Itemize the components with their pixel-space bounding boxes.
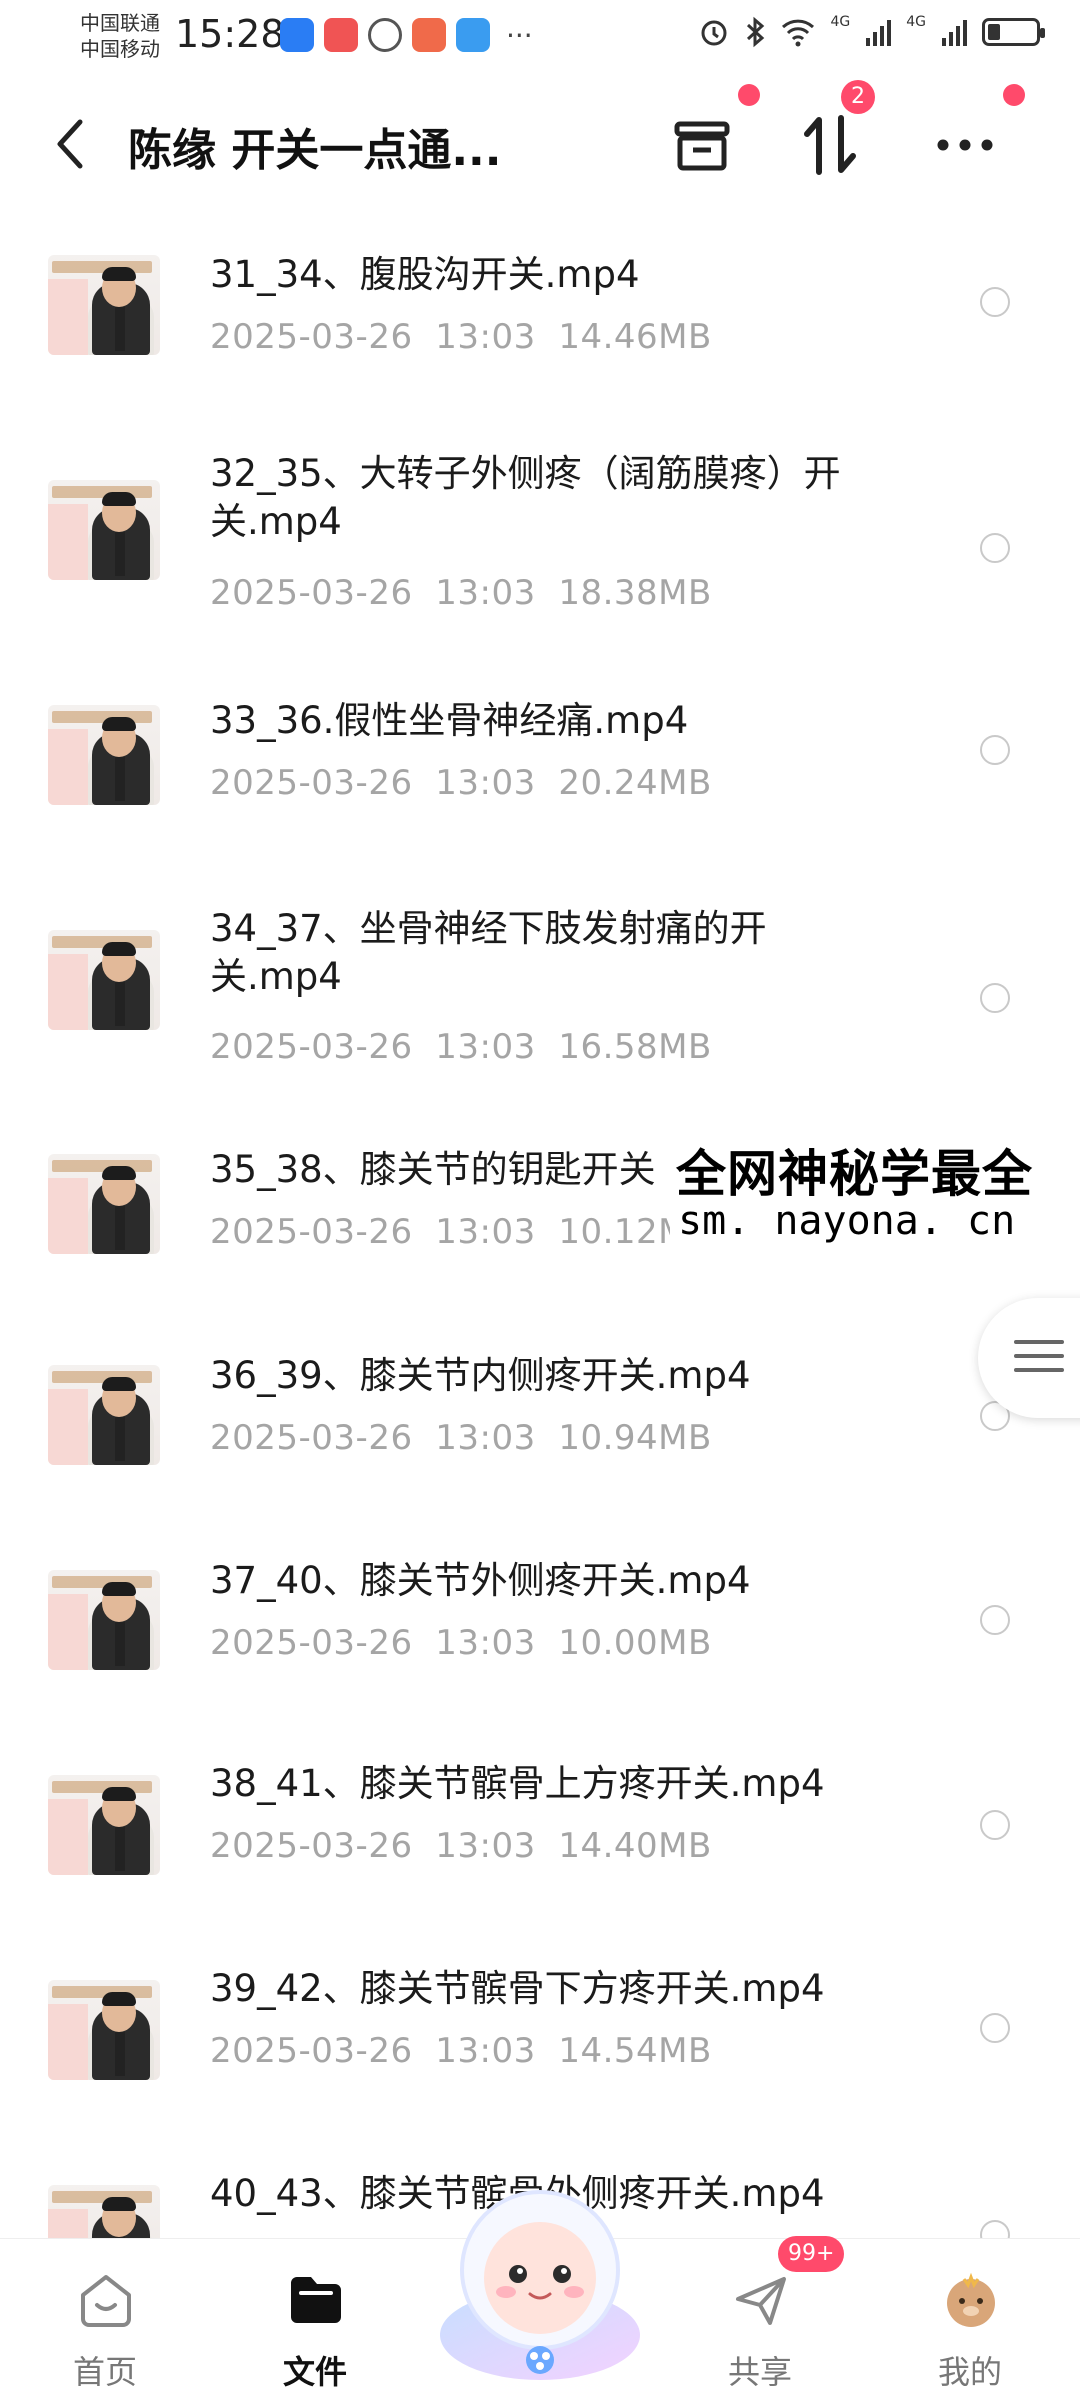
system-icons: 4G 4G	[698, 14, 1045, 48]
watermark-overlay: 全网神秘学最全 sm. nayona. cn	[670, 1130, 1080, 1250]
video-thumbnail	[48, 480, 160, 580]
file-name: 37_40、膝关节外侧疼开关.mp4	[210, 1559, 751, 1602]
file-name: 38_41、膝关节髌骨上方疼开关.mp4	[210, 1762, 825, 1805]
network-label-2: 4G	[906, 14, 926, 30]
select-radio[interactable]	[980, 533, 1010, 563]
watermark-text: 全网神秘学最全	[676, 1145, 1033, 1203]
file-name: 32_35、大转子外侧疼（阔筋膜疼）开关.mp4	[210, 452, 841, 543]
video-thumbnail	[48, 255, 160, 355]
video-thumbnail	[48, 930, 160, 1030]
share-badge: 99+	[778, 2236, 845, 2272]
tab-mine[interactable]: 我的	[890, 2259, 1050, 2391]
select-radio[interactable]	[980, 1605, 1010, 1635]
select-radio[interactable]	[980, 1810, 1010, 1840]
app-notification-icon	[324, 18, 358, 52]
file-name: 39_42、膝关节髌骨下方疼开关.mp4	[210, 1967, 825, 2010]
more-notifications-icon: ···	[506, 18, 533, 52]
page-title: 陈缘 开关一点通...	[128, 125, 502, 176]
app-notification-icon	[280, 18, 314, 52]
tab-share[interactable]: 共享	[680, 2259, 840, 2391]
app-notification-icon	[456, 18, 490, 52]
battery-icon	[982, 18, 1045, 46]
header: 陈缘 开关一点通... 2	[0, 80, 1080, 200]
app-notification-icon	[412, 18, 446, 52]
file-name: 33_36.假性坐骨神经痛.mp4	[210, 699, 689, 742]
home-icon	[81, 2275, 131, 2327]
bluetooth-icon	[747, 16, 765, 48]
video-thumbnail	[48, 1365, 160, 1465]
video-thumbnail	[48, 1154, 160, 1254]
file-meta: 2025-03-26 13:03 18.38MB	[210, 573, 712, 613]
file-meta: 2025-03-26 13:03 14.40MB	[210, 1826, 712, 1866]
video-thumbnail	[48, 1570, 160, 1670]
tab-share-label: 共享	[727, 2353, 792, 2391]
file-meta: 2025-03-26 13:03 10.94MB	[210, 1418, 712, 1458]
file-name: 31_34、腹股沟开关.mp4	[210, 253, 640, 296]
file-meta: 2025-03-26 13:03 16.58MB	[210, 1027, 712, 1067]
select-radio[interactable]	[980, 983, 1010, 1013]
carrier-1: 中国联通	[80, 11, 160, 35]
video-thumbnail	[48, 1980, 160, 2080]
tab-files[interactable]: 文件	[235, 2259, 395, 2391]
video-thumbnail	[48, 705, 160, 805]
signal-icon	[942, 20, 967, 46]
watermark-url: sm. nayona. cn	[678, 1198, 1016, 1244]
notification-icons: ···	[280, 18, 533, 52]
notification-dot	[1003, 84, 1025, 106]
wifi-icon	[782, 19, 815, 47]
transfer-badge: 2	[841, 80, 875, 114]
network-label-1: 4G	[830, 14, 851, 30]
menu-icon	[1014, 1340, 1064, 1382]
select-radio[interactable]	[980, 2013, 1010, 2043]
floating-menu-button[interactable]	[978, 1298, 1080, 1418]
more-options-icon[interactable]	[930, 110, 1000, 180]
file-meta: 2025-03-26 13:03 20.24MB	[210, 763, 712, 803]
alarm-icon	[701, 20, 727, 46]
app-notification-icon	[368, 18, 402, 52]
notification-dot	[738, 84, 760, 106]
file-name: 34_37、坐骨神经下肢发射痛的开关.mp4	[210, 907, 767, 998]
back-icon[interactable]	[50, 114, 90, 174]
file-meta: 2025-03-26 13:03 14.54MB	[210, 2031, 712, 2071]
avatar-icon	[947, 2272, 995, 2327]
folder-icon	[291, 2277, 341, 2323]
file-name: 36_39、膝关节内侧疼开关.mp4	[210, 1354, 751, 1397]
archive-icon[interactable]	[667, 110, 737, 180]
sort-transfer-icon[interactable]	[795, 110, 865, 180]
tab-files-label: 文件	[282, 2353, 347, 2391]
tab-home-label: 首页	[72, 2353, 137, 2391]
carrier-info: 中国联通 中国移动	[80, 10, 160, 62]
status-bar: 中国联通 中国移动 15:28 ··· 4G 4G	[0, 0, 1080, 90]
video-thumbnail	[48, 1775, 160, 1875]
file-meta: 2025-03-26 13:03 10.00MB	[210, 1623, 712, 1663]
assistant-mascot-button[interactable]	[430, 2170, 650, 2385]
file-meta: 2025-03-26 13:03 10.12M	[210, 1212, 688, 1252]
status-time: 15:28	[175, 12, 285, 56]
tab-mine-label: 我的	[937, 2353, 1002, 2391]
select-radio[interactable]	[980, 287, 1010, 317]
signal-icon	[866, 20, 892, 46]
select-radio[interactable]	[980, 735, 1010, 765]
tab-home[interactable]: 首页	[25, 2259, 185, 2391]
carrier-2: 中国移动	[80, 37, 160, 61]
paper-plane-icon	[736, 2277, 786, 2325]
file-meta: 2025-03-26 13:03 14.46MB	[210, 317, 712, 357]
